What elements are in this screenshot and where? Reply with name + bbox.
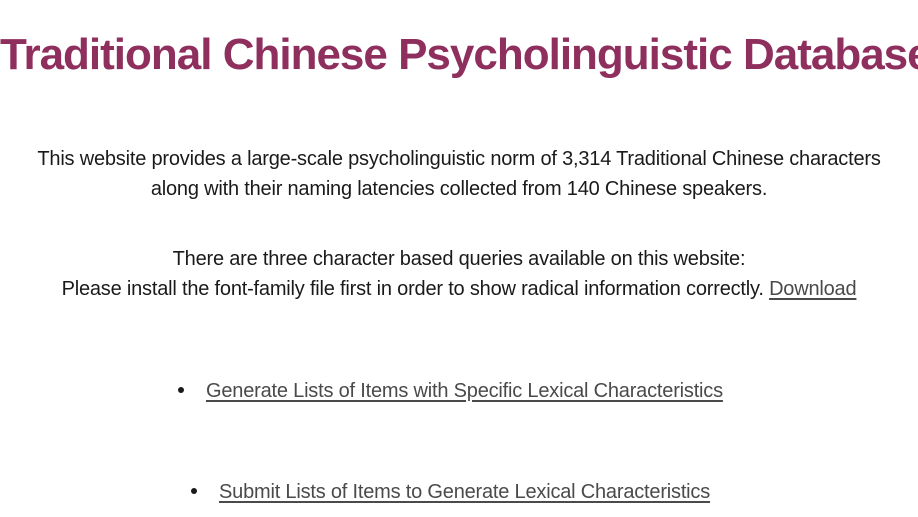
queries-line-2: Please install the font-family file firs…: [0, 274, 918, 304]
queries-line-1: There are three character based queries …: [172, 248, 746, 270]
generate-lists-link[interactable]: Generate Lists of Items with Specific Le…: [206, 380, 723, 402]
download-link[interactable]: Download: [769, 278, 857, 300]
list-item: Submit Lists of Items to Generate Lexica…: [191, 477, 710, 507]
page-title: Traditional Chinese Psycholinguistic Dat…: [0, 30, 918, 79]
queries-paragraph: There are three character based queries …: [0, 244, 918, 304]
font-install-note: Please install the font-family file firs…: [61, 278, 764, 300]
submit-lists-link[interactable]: Submit Lists of Items to Generate Lexica…: [219, 481, 710, 503]
list-item: Generate Lists of Items with Specific Le…: [178, 376, 723, 406]
bullet-icon: [178, 386, 184, 393]
intro-line-2: along with their naming latencies collec…: [150, 178, 768, 200]
bullet-icon: [191, 487, 197, 494]
intro-paragraph: This website provides a large-scale psyc…: [0, 144, 918, 204]
intro-line-1: This website provides a large-scale psyc…: [37, 148, 881, 170]
